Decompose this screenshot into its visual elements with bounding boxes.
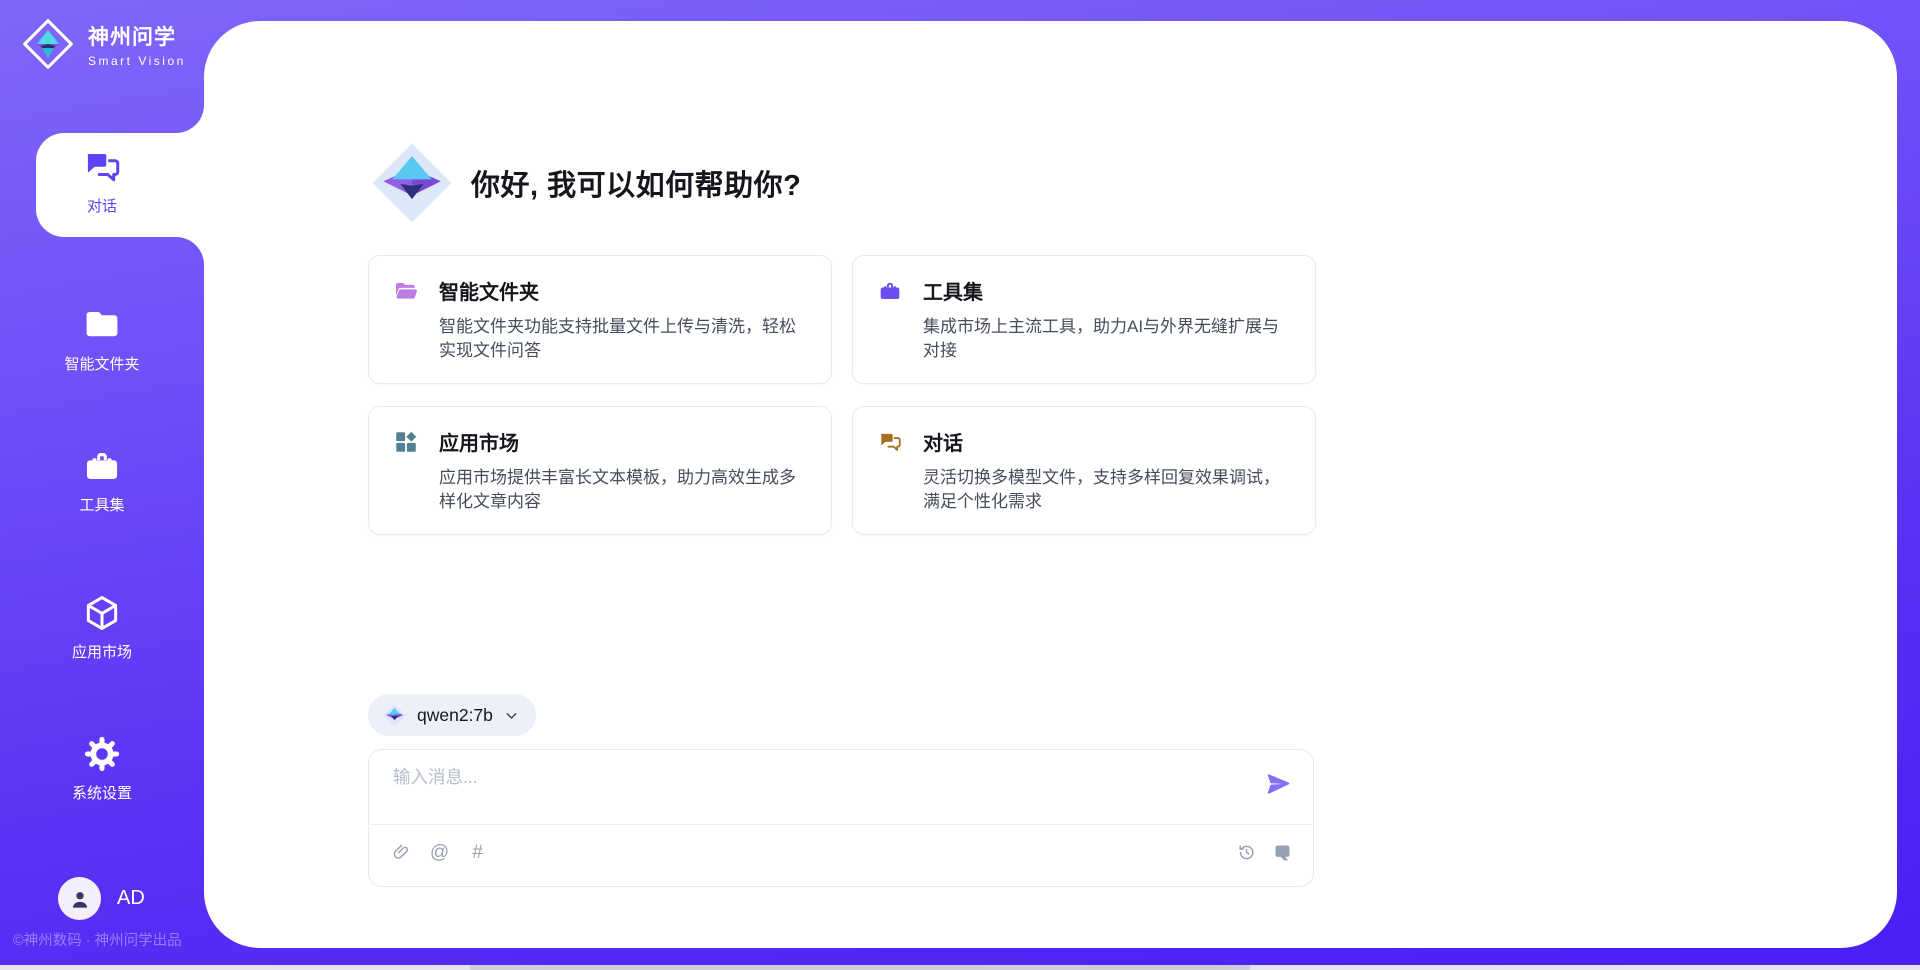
paperclip-icon bbox=[391, 842, 412, 863]
gear-icon bbox=[81, 733, 123, 775]
scrollbar-thumb[interactable] bbox=[470, 965, 1250, 970]
card-toolset[interactable]: 工具集 集成市场上主流工具，助力AI与外界无缝扩展与对接 bbox=[852, 255, 1316, 384]
message-input[interactable] bbox=[393, 764, 1243, 816]
feedback-button[interactable] bbox=[1272, 842, 1293, 863]
sidebar-item-smart-folder[interactable]: 智能文件夹 bbox=[0, 304, 204, 374]
feature-cards: 智能文件夹 智能文件夹功能支持批量文件上传与清洗，轻松实现文件问答 工具集 集成… bbox=[368, 255, 1316, 535]
sidebar-item-label: 应用市场 bbox=[72, 641, 132, 662]
model-selector[interactable]: qwen2:7b bbox=[368, 694, 536, 736]
mention-button[interactable]: @ bbox=[429, 842, 450, 863]
card-title: 智能文件夹 bbox=[439, 276, 539, 305]
horizontal-scrollbar[interactable] bbox=[0, 965, 1920, 970]
folder-open-icon bbox=[393, 278, 419, 304]
user-initials: AD bbox=[117, 887, 145, 910]
app-grid-icon bbox=[393, 429, 419, 455]
card-app-market[interactable]: 应用市场 应用市场提供丰富长文本模板，助力高效生成多样化文章内容 bbox=[368, 406, 832, 535]
brand-name: 神州问学 bbox=[88, 21, 186, 51]
mention-icon: @ bbox=[430, 842, 449, 863]
folder-icon bbox=[81, 304, 123, 346]
greeting-logo-icon bbox=[369, 140, 455, 226]
sidebar-item-chat[interactable]: 对话 bbox=[0, 146, 204, 216]
card-header: 智能文件夹 bbox=[393, 276, 807, 305]
sidebar-item-settings[interactable]: 系统设置 bbox=[0, 733, 204, 803]
card-header: 工具集 bbox=[877, 276, 1291, 305]
sidebar-item-toolset[interactable]: 工具集 bbox=[0, 445, 204, 515]
user-account[interactable]: AD bbox=[58, 877, 145, 920]
card-title: 工具集 bbox=[923, 276, 983, 305]
chevron-down-icon bbox=[503, 707, 520, 724]
card-title: 应用市场 bbox=[439, 427, 519, 456]
card-header: 对话 bbox=[877, 427, 1291, 456]
feedback-bubble-icon bbox=[1272, 842, 1293, 863]
user-icon bbox=[67, 886, 93, 912]
chat-icon bbox=[877, 429, 903, 455]
sidebar-item-app-market[interactable]: 应用市场 bbox=[0, 592, 204, 662]
model-logo-icon bbox=[382, 703, 407, 728]
copyright-text: ©神州数码 · 神州问学出品 bbox=[13, 929, 182, 950]
send-icon bbox=[1265, 770, 1293, 798]
page-title: 你好, 我可以如何帮助你? bbox=[471, 162, 801, 204]
brand-subtitle: Smart Vision bbox=[88, 54, 186, 68]
card-header: 应用市场 bbox=[393, 427, 807, 456]
hashtag-button[interactable]: # bbox=[467, 842, 488, 863]
sidebar-item-label: 智能文件夹 bbox=[64, 353, 139, 374]
composer-tools-right bbox=[1236, 842, 1293, 863]
sidebar-item-label: 工具集 bbox=[79, 494, 124, 515]
avatar bbox=[58, 877, 101, 920]
card-description: 智能文件夹功能支持批量文件上传与清洗，轻松实现文件问答 bbox=[439, 315, 807, 363]
sidebar-item-label: 对话 bbox=[87, 195, 117, 216]
chat-icon bbox=[81, 146, 123, 188]
brand-logo-icon bbox=[20, 16, 76, 72]
brand-text: 神州问学 Smart Vision bbox=[88, 21, 186, 68]
sidebar-item-label: 系统设置 bbox=[72, 782, 132, 803]
card-title: 对话 bbox=[923, 427, 963, 456]
history-icon bbox=[1236, 842, 1257, 863]
brand: 神州问学 Smart Vision bbox=[20, 16, 186, 72]
toolbox-icon bbox=[81, 445, 123, 487]
message-composer: @ # bbox=[368, 749, 1314, 887]
history-button[interactable] bbox=[1236, 842, 1257, 863]
cube-icon bbox=[81, 592, 123, 634]
composer-tools-left: @ # bbox=[391, 842, 488, 863]
greeting: 你好, 我可以如何帮助你? bbox=[369, 140, 801, 226]
card-description: 应用市场提供丰富长文本模板，助力高效生成多样化文章内容 bbox=[439, 466, 807, 514]
card-description: 灵活切换多模型文件，支持多样回复效果调试，满足个性化需求 bbox=[923, 466, 1291, 514]
card-chat[interactable]: 对话 灵活切换多模型文件，支持多样回复效果调试，满足个性化需求 bbox=[852, 406, 1316, 535]
model-name: qwen2:7b bbox=[417, 705, 493, 726]
card-smart-folder[interactable]: 智能文件夹 智能文件夹功能支持批量文件上传与清洗，轻松实现文件问答 bbox=[368, 255, 832, 384]
app-window: 神州问学 Smart Vision 对话 智能文件夹 工具集 bbox=[0, 0, 1920, 970]
send-button[interactable] bbox=[1265, 770, 1293, 798]
toolbox-icon bbox=[877, 278, 903, 304]
composer-divider bbox=[370, 824, 1312, 825]
hashtag-icon: # bbox=[472, 842, 483, 863]
card-description: 集成市场上主流工具，助力AI与外界无缝扩展与对接 bbox=[923, 315, 1291, 363]
attach-button[interactable] bbox=[391, 842, 412, 863]
